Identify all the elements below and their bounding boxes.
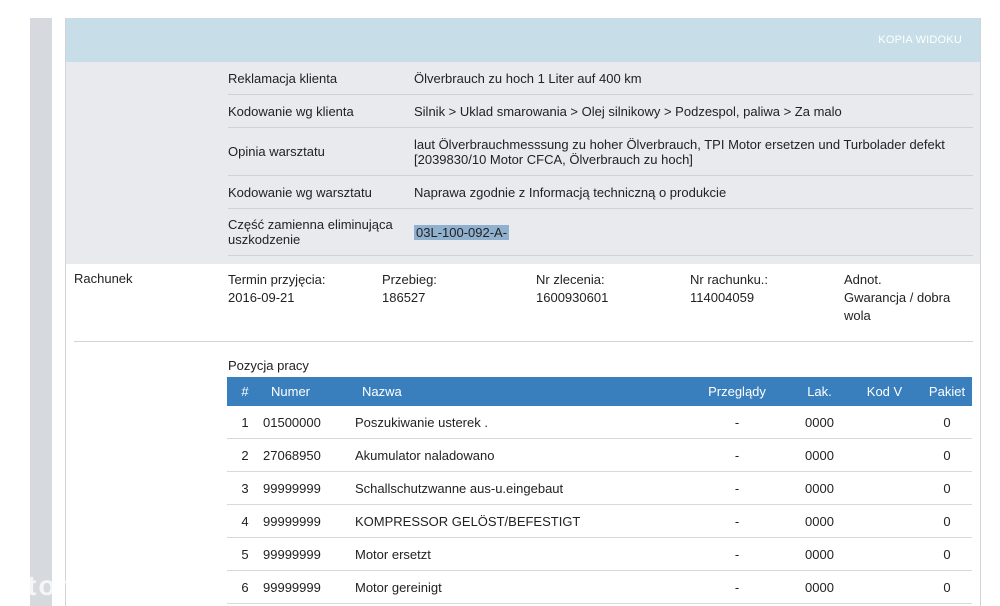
row-paint: 0000: [792, 570, 847, 604]
row-inspections: -: [682, 406, 792, 439]
row-paint: 0000: [792, 471, 847, 505]
complaint-label: Część zamienna eliminująca uszkodzenie: [228, 217, 393, 247]
row-name: Poszukiwanie usterek .: [355, 406, 682, 439]
row-code-v: [847, 537, 922, 571]
complaint-row: Część zamienna eliminująca uszkodzenie 0…: [228, 209, 973, 256]
row-index: 6: [227, 570, 263, 604]
complaint-label: Kodowanie wg klienta: [228, 103, 354, 119]
row-paint: 0000: [792, 438, 847, 472]
invoice-field: Przebieg: 186527: [382, 271, 502, 307]
row-number: 99999999: [263, 537, 355, 571]
column-header-number[interactable]: Numer: [263, 377, 355, 406]
complaint-value: 03L-100-092-A-: [414, 224, 973, 240]
invoice-section: Rachunek Termin przyjęcia: 2016-09-21 Pr…: [66, 264, 980, 342]
panel-header: KOPIA WIDOKU: [66, 18, 980, 62]
complaint-value: laut Ölverbrauchmesssung zu hoher Ölverb…: [414, 136, 945, 167]
invoice-field-value: 186527: [382, 290, 426, 305]
invoice-field-label: Termin przyjęcia:: [228, 272, 326, 287]
row-paint: 0000: [792, 406, 847, 439]
complaint-row: Kodowanie wg klienta Silnik > Uklad smar…: [228, 95, 973, 128]
row-inspections: -: [682, 570, 792, 604]
row-number: 27068950: [263, 438, 355, 472]
invoice-field-label: Przebieg:: [382, 272, 437, 287]
invoice-field-label: Nr zlecenia:: [536, 272, 605, 287]
table-header-row: # Numer Nazwa Przeglądy Lak. Kod V Pakie…: [227, 377, 972, 406]
watermark-logo: otomoto: [8, 570, 134, 601]
row-package: 0: [922, 471, 972, 505]
row-package: 0: [922, 570, 972, 604]
invoice-field: Termin przyjęcia: 2016-09-21: [228, 271, 348, 307]
invoice-field-label: Nr rachunku.:: [690, 272, 769, 287]
complaint-row: Opinia warsztatu laut Ölverbrauchmesssun…: [228, 128, 973, 176]
table-row[interactable]: 4 99999999 KOMPRESSOR GELÖST/BEFESTIGT -…: [227, 504, 972, 538]
invoice-field: Nr zlecenia: 1600930601: [536, 271, 656, 307]
row-index: 4: [227, 504, 263, 538]
row-inspections: -: [682, 471, 792, 505]
row-name: Akumulator naladowano: [355, 438, 682, 472]
row-number: 99999999: [263, 504, 355, 538]
row-name: KOMPRESSOR GELÖST/BEFESTIGT: [355, 504, 682, 538]
complaint-label: Opinia warsztatu: [228, 144, 325, 159]
complaint-value: Ölverbrauch zu hoch 1 Liter auf 400 km: [414, 70, 642, 86]
row-inspections: -: [682, 504, 792, 538]
row-index: 5: [227, 537, 263, 571]
row-code-v: [847, 471, 922, 505]
row-index: 2: [227, 438, 263, 472]
column-header-code-v[interactable]: Kod V: [847, 377, 922, 406]
invoice-field-value: 1600930601: [536, 290, 609, 305]
row-code-v: [847, 570, 922, 604]
row-inspections: -: [682, 537, 792, 571]
table-row[interactable]: 3 99999999 Schallschutzwanne aus-u.einge…: [227, 471, 972, 505]
table-row[interactable]: 1 01500000 Poszukiwanie usterek . - 0000…: [227, 406, 972, 439]
complaint-value: Naprawa zgodnie z Informacją techniczną …: [414, 184, 727, 200]
row-name: Motor gereinigt: [355, 570, 682, 604]
invoice-field-value: 114004059: [690, 290, 755, 305]
invoice-field: Nr rachunku.: 114004059: [690, 271, 810, 307]
invoice-field: Adnot. Gwarancja / dobra wola: [844, 271, 959, 325]
row-name: Motor ersetzt: [355, 537, 682, 571]
row-name: Schallschutzwanne aus-u.eingebaut: [355, 471, 682, 505]
column-header-package[interactable]: Pakiet: [922, 377, 972, 406]
table-row[interactable]: 5 99999999 Motor ersetzt - 0000 0: [227, 537, 972, 571]
complaint-row: Kodowanie wg warsztatu Naprawa zgodnie z…: [228, 176, 973, 209]
row-package: 0: [922, 537, 972, 571]
row-number: 99999999: [263, 471, 355, 505]
column-header-inspections[interactable]: Przeglądy: [682, 377, 792, 406]
row-number: 01500000: [263, 406, 355, 439]
row-package: 0: [922, 438, 972, 472]
work-positions-table: # Numer Nazwa Przeglądy Lak. Kod V Pakie…: [227, 377, 972, 604]
left-scroll-bar: [30, 18, 52, 606]
column-header-paint[interactable]: Lak.: [792, 377, 847, 406]
invoice-field-value: 2016-09-21: [228, 290, 295, 305]
row-number: 99999999: [263, 570, 355, 604]
row-paint: 0000: [792, 537, 847, 571]
table-row[interactable]: 6 99999999 Motor gereinigt - 0000 0: [227, 570, 972, 604]
selected-part-number[interactable]: 03L-100-092-A-: [414, 224, 510, 240]
complaint-value: Silnik > Uklad smarowania > Olej silniko…: [414, 103, 842, 119]
row-index: 3: [227, 471, 263, 505]
copy-view-button[interactable]: KOPIA WIDOKU: [878, 34, 962, 46]
table-row[interactable]: 2 27068950 Akumulator naladowano - 0000 …: [227, 438, 972, 472]
row-code-v: [847, 406, 922, 439]
complaint-label: Kodowanie wg warsztatu: [228, 184, 372, 200]
work-positions-title: Pozycja pracy: [228, 358, 309, 373]
row-code-v: [847, 438, 922, 472]
row-code-v: [847, 504, 922, 538]
divider: [74, 341, 973, 342]
complaint-label: Reklamacja klienta: [228, 70, 338, 86]
complaint-section: Reklamacja klienta Ölverbrauch zu hoch 1…: [66, 62, 980, 264]
complaint-row: Reklamacja klienta Ölverbrauch zu hoch 1…: [228, 62, 973, 95]
invoice-section-label: Rachunek: [74, 271, 133, 286]
invoice-field-value: Gwarancja / dobra wola: [844, 290, 951, 323]
invoice-field-label: Adnot.: [844, 272, 882, 287]
row-inspections: -: [682, 438, 792, 472]
row-package: 0: [922, 504, 972, 538]
column-header-name[interactable]: Nazwa: [355, 377, 682, 406]
row-index: 1: [227, 406, 263, 439]
row-package: 0: [922, 406, 972, 439]
row-paint: 0000: [792, 504, 847, 538]
column-header-index[interactable]: #: [227, 377, 263, 406]
